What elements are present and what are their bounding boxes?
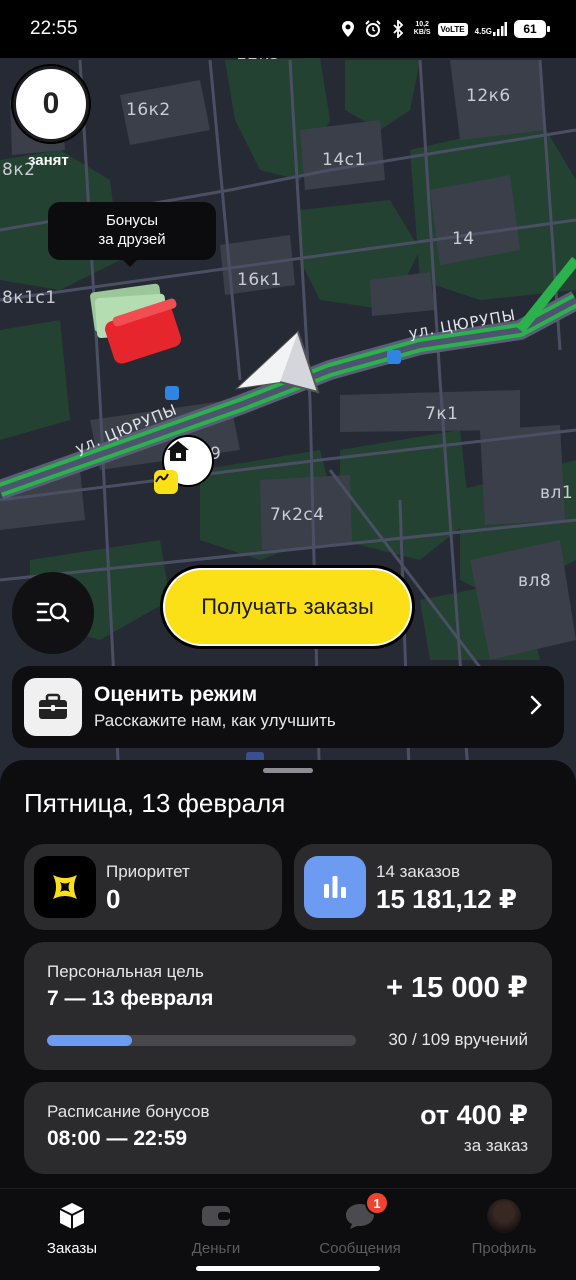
map-label-7k2c4: 7к2с4: [270, 505, 325, 525]
briefcase-icon: [24, 678, 82, 736]
bonus-wallet-icon[interactable]: [86, 282, 186, 372]
orders-count-label: 14 заказов: [376, 862, 461, 881]
bottom-sheet[interactable]: Пятница, 13 февраля Приоритет 0 14 заказ…: [0, 760, 576, 1188]
profile-avatar: [487, 1199, 521, 1233]
rate-mode-card[interactable]: Оценить режим Расскажите нам, как улучши…: [12, 666, 564, 748]
net-speed: 10,2 KB/S: [413, 21, 431, 36]
priority-card[interactable]: Приоритет 0: [24, 844, 282, 930]
goal-title: Персональная цель: [47, 962, 204, 981]
priority-value: 0: [106, 884, 121, 914]
map-label-16k2: 16к2: [126, 100, 171, 120]
bonus-tooltip-line1: Бонусы: [105, 212, 159, 229]
wallet-icon: [199, 1199, 233, 1233]
priority-label: Приоритет: [106, 862, 190, 881]
home-indicator[interactable]: [196, 1266, 380, 1271]
bonus-schedule-time: 08:00 — 22:59: [47, 1127, 188, 1150]
bonus-tooltip-line2: за друзей: [98, 231, 166, 248]
goal-amount: + 15 000 ₽: [386, 972, 528, 1004]
goal-progress-bar: [47, 1035, 356, 1046]
nav-profile[interactable]: Профиль: [432, 1189, 576, 1280]
map-label-vl1: вл1: [540, 483, 574, 503]
nav-orders[interactable]: Заказы: [0, 1189, 144, 1280]
bonus-schedule-per: за заказ: [463, 1136, 528, 1155]
goal-progress-count: 30 / 109 вручений: [388, 1030, 528, 1049]
bluetooth-icon: [389, 20, 407, 38]
map-label-16k1: 16к1: [237, 270, 282, 290]
map-label-8k1c1: 8к1с1: [2, 288, 57, 308]
map-label-14c1: 14с1: [322, 150, 366, 170]
goal-progress-fill: [47, 1035, 133, 1046]
nav-messages-label: Сообщения: [319, 1240, 401, 1257]
list-search-icon: [36, 602, 70, 623]
busy-label: занят: [28, 152, 69, 169]
location-icon: [339, 20, 357, 38]
map-label-12k6: 12к6: [466, 86, 511, 106]
chevron-right-icon: [530, 695, 542, 720]
status-time: 22:55: [30, 18, 78, 39]
status-bar: 22:55 10,2 KB/S VoLTE 4.5G 61: [0, 0, 576, 58]
orders-summary-card[interactable]: 14 заказов 15 181,12 ₽: [294, 844, 552, 930]
home-icon: [167, 441, 189, 461]
nav-orders-label: Заказы: [46, 1240, 98, 1257]
order-search-button[interactable]: [12, 572, 94, 654]
messages-unread-badge: 1: [365, 1191, 389, 1215]
route-badge: [154, 470, 178, 494]
priority-icon: [34, 856, 96, 918]
alarm-icon: [364, 20, 382, 38]
sheet-date-title: Пятница, 13 февраля: [24, 788, 286, 818]
rate-mode-title: Оценить режим: [94, 683, 258, 706]
messages-icon: 1: [343, 1191, 389, 1233]
route-icon: [155, 473, 169, 483]
sheet-drag-handle[interactable]: [263, 768, 313, 773]
map-label-14: 14: [452, 229, 475, 249]
signal-icon: [493, 22, 507, 36]
busy-counter[interactable]: 0: [13, 66, 89, 142]
nav-profile-label: Профиль: [471, 1240, 537, 1257]
personal-goal-card[interactable]: Персональная цель 7 — 13 февраля + 15 00…: [24, 942, 552, 1070]
bonus-schedule-title: Расписание бонусов: [47, 1102, 210, 1121]
bonus-schedule-card[interactable]: Расписание бонусов 08:00 — 22:59 от 400 …: [24, 1082, 552, 1174]
network-type: 4.5G: [475, 22, 507, 36]
bar-chart-icon: [304, 856, 366, 918]
get-orders-button[interactable]: Получать заказы: [163, 568, 412, 646]
battery-indicator: 61: [514, 20, 550, 38]
volte-badge: VoLTE: [437, 22, 468, 36]
bonus-tooltip[interactable]: Бонусы за друзей: [48, 202, 216, 267]
map-label-vl8: вл8: [518, 571, 552, 591]
orders-box-icon: [55, 1199, 89, 1233]
rate-mode-subtitle: Расскажите нам, как улучшить: [94, 711, 336, 730]
nav-money-label: Деньги: [191, 1240, 241, 1257]
orders-earnings-value: 15 181,12 ₽: [376, 884, 517, 914]
bonus-schedule-amount: от 400 ₽: [420, 1100, 528, 1130]
map-label-7k1: 7к1: [425, 404, 459, 424]
goal-dates: 7 — 13 февраля: [47, 987, 214, 1010]
